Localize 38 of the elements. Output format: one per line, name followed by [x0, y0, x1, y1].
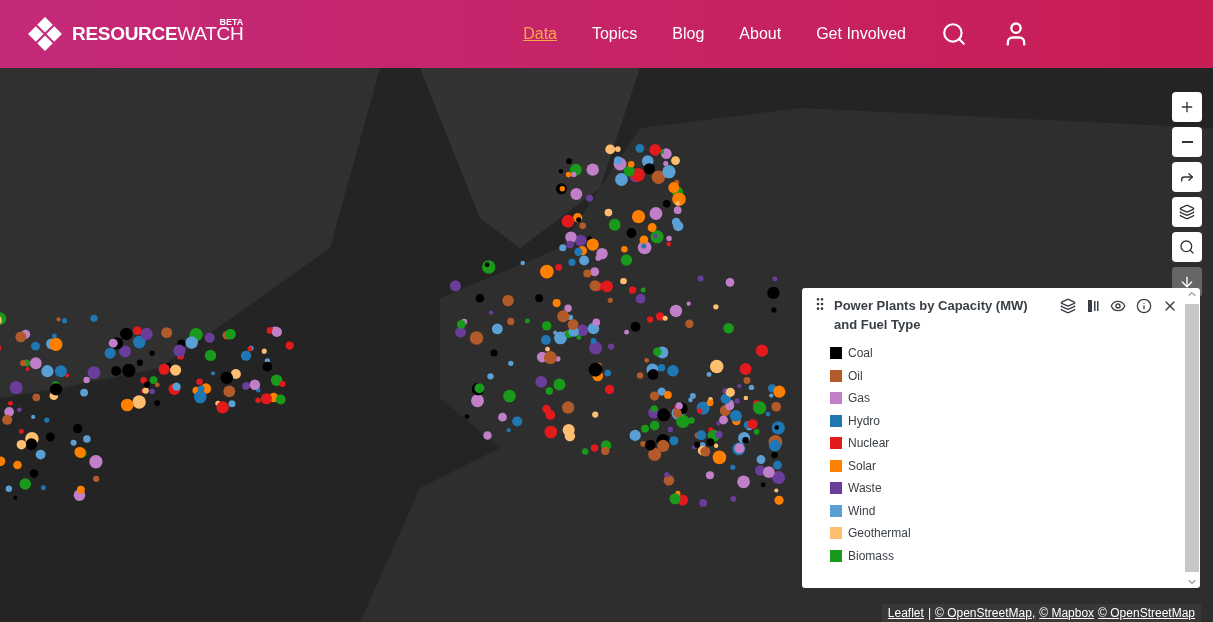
- search-icon: [1179, 239, 1195, 255]
- layers-icon: [1179, 204, 1195, 220]
- legend-label: Waste: [848, 481, 882, 495]
- visibility-button[interactable]: [1110, 298, 1126, 314]
- search-icon[interactable]: [941, 21, 967, 47]
- nav-link[interactable]: Data: [523, 25, 557, 43]
- zoom-in-button[interactable]: [1172, 92, 1202, 122]
- legend-label: Coal: [848, 346, 873, 360]
- layers-button[interactable]: [1060, 298, 1076, 314]
- legend-label: Hydro: [848, 413, 880, 428]
- layers-button[interactable]: [1172, 197, 1202, 227]
- legend-label: Nuclear: [848, 436, 890, 450]
- legend-label: Solar: [848, 458, 876, 473]
- nav-link[interactable]: Get Involved: [816, 25, 906, 43]
- beta-label: BETA: [219, 17, 244, 27]
- attribution-link[interactable]: © OpenStreetMap,: [935, 606, 1036, 620]
- legend-label: Geothermal: [848, 526, 911, 540]
- nav-link[interactable]: Topics: [591, 25, 638, 43]
- attribution-separator: |: [927, 606, 931, 620]
- plus-icon: [1179, 99, 1195, 115]
- legend-title: Power Plants by Capacity (MW) and Fuel Type: [834, 297, 1029, 334]
- legend-label: Oil: [848, 368, 863, 383]
- info-button[interactable]: [1136, 298, 1152, 314]
- legend-label: Gas: [848, 391, 870, 405]
- share-button[interactable]: [1172, 162, 1202, 192]
- nav-link[interactable]: Blog: [672, 25, 705, 43]
- search-button[interactable]: [1172, 232, 1202, 262]
- attribution-link[interactable]: Leaflet: [887, 606, 924, 620]
- zoom-out-button[interactable]: [1172, 127, 1202, 157]
- legend-label: Wind: [848, 503, 876, 518]
- minus-icon: [1181, 141, 1193, 143]
- attribution-link[interactable]: © Mapbox: [1039, 606, 1095, 620]
- nav-link[interactable]: About: [739, 25, 782, 43]
- scrollbar-thumb[interactable]: [1185, 304, 1199, 572]
- legend-label: Biomass: [848, 548, 894, 563]
- attribution-link[interactable]: © OpenStreetMap: [1098, 606, 1195, 620]
- opacity-button[interactable]: [1086, 298, 1100, 314]
- logo-icon: [28, 17, 62, 51]
